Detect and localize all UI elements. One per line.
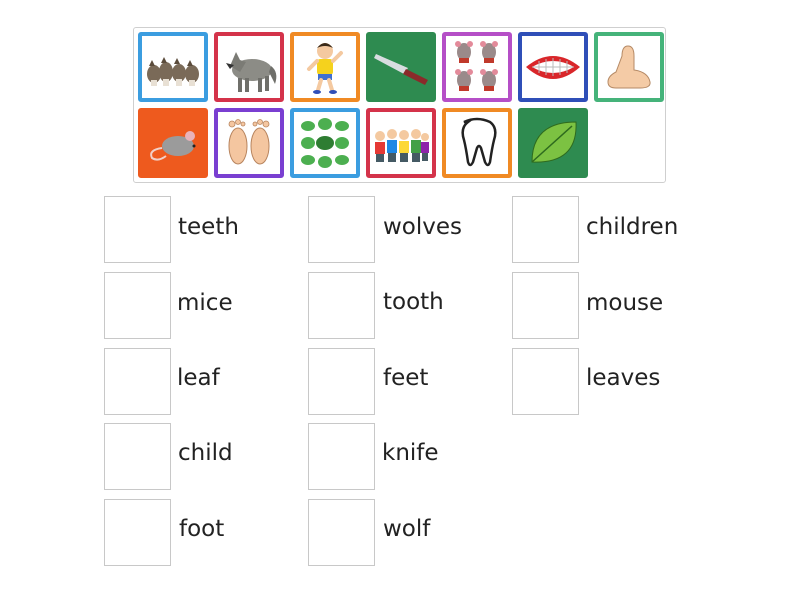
foot-icon [598, 36, 660, 98]
word-label: wolf [383, 516, 431, 542]
drop-slot[interactable] [104, 196, 171, 263]
tile-children[interactable] [366, 108, 436, 178]
leaves-icon [294, 112, 356, 174]
drop-slot[interactable] [308, 423, 375, 490]
drop-slot[interactable] [308, 348, 375, 415]
drop-slot[interactable] [104, 272, 171, 339]
word-label: mouse [586, 290, 664, 316]
drop-slot[interactable] [104, 423, 171, 490]
word-label: feet [383, 365, 429, 391]
tile-tooth[interactable] [442, 108, 512, 178]
tile-leaf[interactable] [518, 108, 588, 178]
drop-slot[interactable] [104, 348, 171, 415]
drop-slot[interactable] [104, 499, 171, 566]
word-label: leaves [586, 365, 661, 391]
tile-mice[interactable] [442, 32, 512, 102]
mice-icon [446, 36, 508, 98]
word-label: foot [179, 516, 225, 542]
drop-slot[interactable] [308, 272, 375, 339]
drop-slot[interactable] [512, 196, 579, 263]
word-label: children [586, 214, 679, 240]
tile-feet[interactable] [214, 108, 284, 178]
word-label: leaf [177, 365, 220, 391]
knife-icon [370, 36, 432, 98]
drop-slot[interactable] [308, 196, 375, 263]
drop-slot[interactable] [512, 272, 579, 339]
leaf-icon [522, 112, 584, 174]
teeth-icon [522, 36, 584, 98]
tile-wolf[interactable] [214, 32, 284, 102]
tile-knife[interactable] [366, 32, 436, 102]
word-label: knife [382, 440, 439, 466]
picture-tray [133, 27, 666, 183]
tile-wolves[interactable] [138, 32, 208, 102]
drop-slot[interactable] [308, 499, 375, 566]
wolves-group-icon [142, 36, 204, 98]
children-icon [370, 112, 432, 174]
tile-teeth[interactable] [518, 32, 588, 102]
word-label: tooth [383, 289, 444, 315]
tile-child[interactable] [290, 32, 360, 102]
word-label: wolves [383, 214, 463, 240]
word-label: mice [177, 290, 233, 316]
tile-foot[interactable] [594, 32, 664, 102]
word-label: teeth [178, 214, 239, 240]
wolf-icon [218, 36, 280, 98]
feet-icon [218, 112, 280, 174]
word-label: child [178, 440, 233, 466]
tile-mouse[interactable] [138, 108, 208, 178]
mouse-icon [142, 112, 204, 174]
drop-slot[interactable] [512, 348, 579, 415]
child-icon [294, 36, 356, 98]
tooth-icon [446, 112, 508, 174]
tile-leaves[interactable] [290, 108, 360, 178]
